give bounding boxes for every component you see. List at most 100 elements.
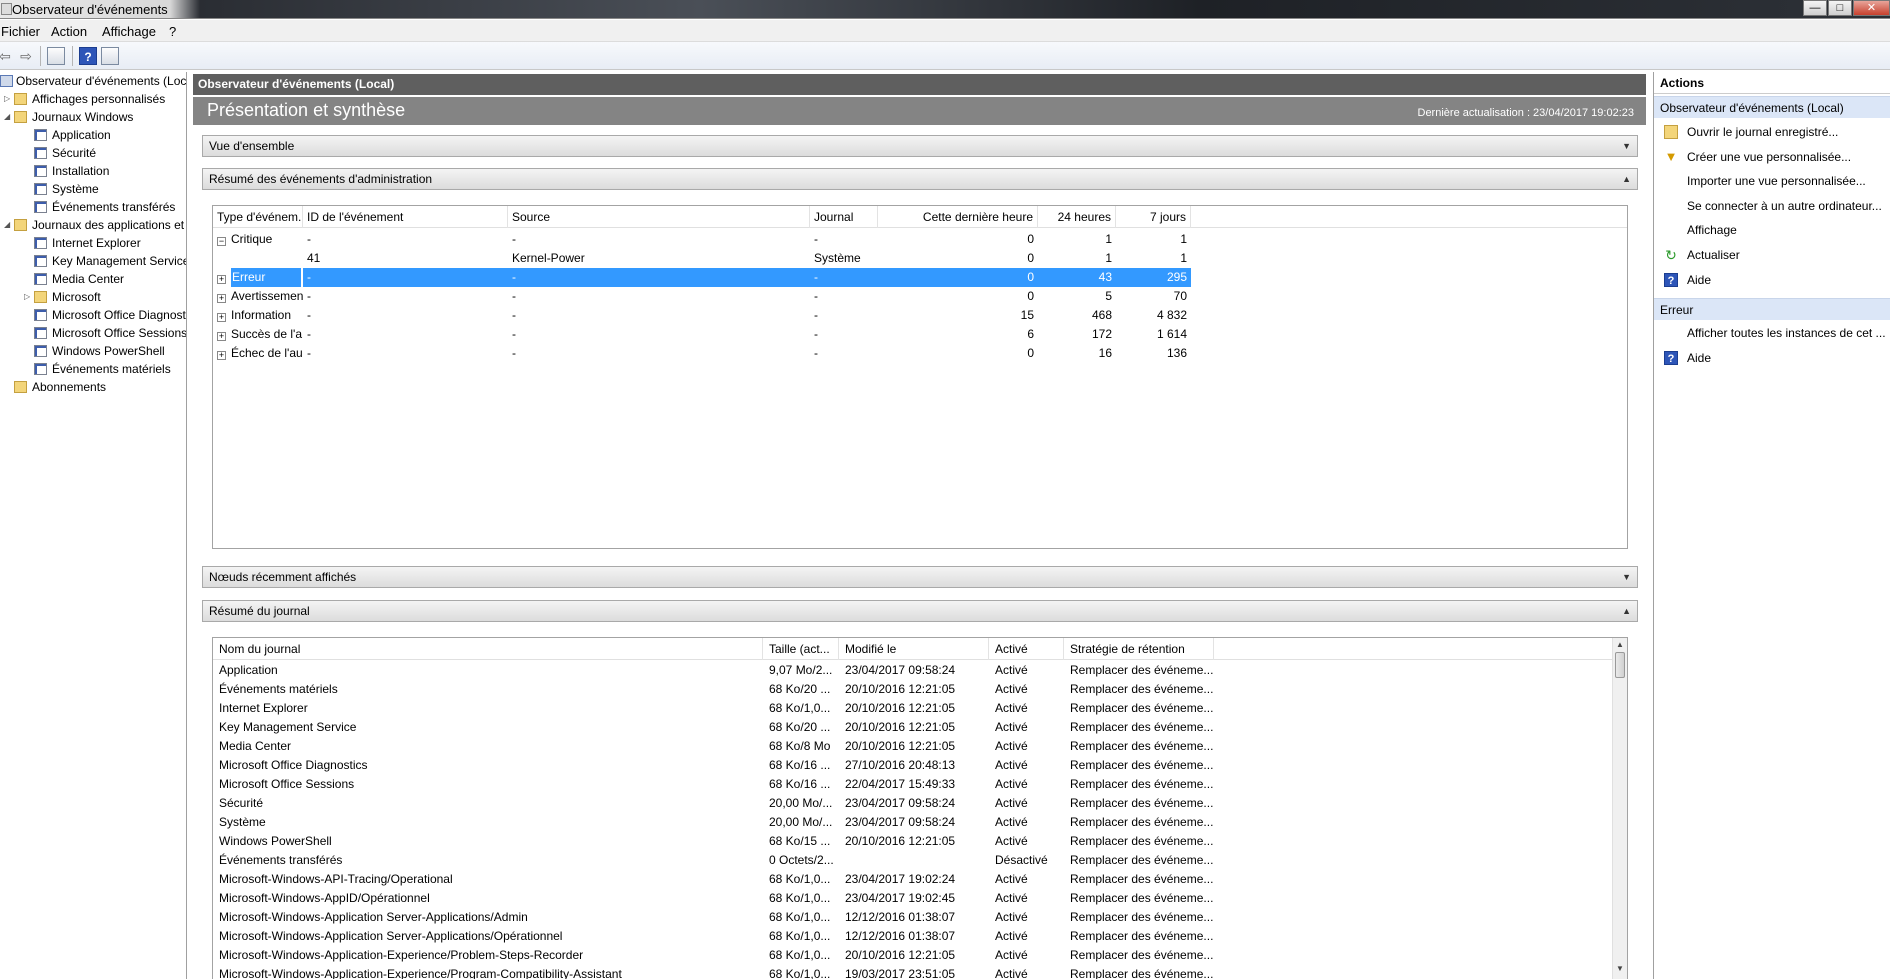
table-row[interactable]: Microsoft Office Sessions 68 Ko/16 ... 22/… bbox=[213, 775, 1613, 794]
tree-item[interactable]: Sécurité bbox=[24, 144, 186, 162]
table-row[interactable]: Microsoft-Windows-Application Server-App… bbox=[213, 927, 1613, 946]
column-header[interactable]: Taille (act... bbox=[763, 638, 839, 660]
table-row[interactable]: Windows PowerShell 68 Ko/15 ... 20/10/2016… bbox=[213, 832, 1613, 851]
table-row[interactable]: Microsoft-Windows-AppID/Opérationnel 68 K… bbox=[213, 889, 1613, 908]
tree-expander-icon[interactable]: ◢ bbox=[4, 220, 12, 230]
section-log-summary[interactable]: Résumé du journal ▲ bbox=[202, 600, 1638, 622]
forward-arrow-icon[interactable]: ⇨ bbox=[17, 47, 35, 65]
table-row[interactable]: Microsoft-Windows-Application-Experience… bbox=[213, 946, 1613, 965]
table-row[interactable]: Application 9,07 Mo/2... 23/04/2017 09:58:… bbox=[213, 661, 1613, 680]
table-row[interactable]: Événements matériels 68 Ko/20 ... 20/10/20… bbox=[213, 680, 1613, 699]
tree-item[interactable]: Observateur d'événements (Local) bbox=[0, 72, 186, 90]
action-item[interactable]: Affichage bbox=[1654, 218, 1890, 242]
scroll-down-icon[interactable]: ▼ bbox=[1616, 964, 1624, 973]
action-item[interactable]: Ouvrir le journal enregistré... bbox=[1654, 120, 1890, 144]
tree-item[interactable]: Système bbox=[24, 180, 186, 198]
log-table-scrollbar[interactable]: ▲ ▼ bbox=[1612, 638, 1627, 979]
table-row[interactable]: + Avertissement - - -0 5 70 bbox=[213, 287, 1627, 306]
tree-item[interactable]: Événements matériels bbox=[24, 360, 186, 378]
table-row[interactable]: Key Management Service 68 Ko/20 ... 20/10/… bbox=[213, 718, 1613, 737]
table-row[interactable]: + Information - - - 15 468 4 832 bbox=[213, 306, 1627, 325]
action-item[interactable]: Se connecter à un autre ordinateur... bbox=[1654, 194, 1890, 218]
column-header[interactable]: ID de l'événement bbox=[303, 206, 508, 228]
table-row[interactable]: +Succès de l'a...---61721 614 bbox=[213, 325, 1627, 344]
tree-item[interactable]: ▷ Microsoft bbox=[24, 288, 186, 306]
tree-item[interactable]: Installation bbox=[24, 162, 186, 180]
show-tree-icon[interactable] bbox=[47, 47, 65, 65]
minimize-button[interactable]: — bbox=[1803, 0, 1827, 16]
action-item[interactable]: ? Aide bbox=[1654, 346, 1890, 370]
column-header[interactable]: Cette dernière heure bbox=[878, 206, 1038, 228]
table-row[interactable]: Événements transférés 0 Octets/2... Désact… bbox=[213, 851, 1613, 870]
column-header[interactable]: Stratégie de rétention bbox=[1064, 638, 1214, 660]
column-header[interactable]: 24 heures bbox=[1038, 206, 1116, 228]
table-row[interactable]: 41 Kernel-Power Système 0 1 1 bbox=[213, 249, 1627, 268]
tree-item[interactable]: Événements transférés bbox=[24, 198, 186, 216]
tree-item[interactable]: Windows PowerShell bbox=[24, 342, 186, 360]
table-row[interactable]: Media Center 68 Ko/8 Mo 20/10/2016 12:21:0… bbox=[213, 737, 1613, 756]
tree-item[interactable]: ◢ Journaux des applications et bbox=[4, 216, 186, 234]
expand-icon[interactable]: + bbox=[217, 275, 226, 284]
table-row[interactable]: Microsoft-Windows-API-Tracing/Operationa… bbox=[213, 870, 1613, 889]
menu-fichier[interactable]: Fichier bbox=[1, 24, 40, 39]
table-row[interactable]: + Erreur - - -0 43 295 bbox=[213, 268, 1627, 287]
tree-item[interactable]: Media Center bbox=[24, 270, 186, 288]
table-row[interactable]: Microsoft-Windows-Application-Experience… bbox=[213, 965, 1613, 979]
cell-text: 15 bbox=[1020, 308, 1034, 322]
expand-icon[interactable]: + bbox=[217, 351, 226, 360]
close-button[interactable]: ✕ bbox=[1853, 0, 1890, 16]
collapse-icon[interactable]: − bbox=[217, 237, 226, 246]
action-item[interactable]: ? Aide bbox=[1654, 268, 1890, 292]
scrollbar-thumb[interactable] bbox=[1615, 652, 1625, 678]
back-arrow-icon[interactable]: ⇦ bbox=[0, 47, 14, 65]
table-cell: Remplacer des événeme... bbox=[1070, 720, 1214, 734]
column-header[interactable]: Modifié le bbox=[839, 638, 989, 660]
action-item[interactable]: Afficher toutes les instances de cet ... bbox=[1654, 321, 1890, 345]
tree-item[interactable]: Abonnements bbox=[4, 378, 186, 396]
menu-action[interactable]: Action bbox=[51, 24, 87, 39]
table-row[interactable]: Internet Explorer 68 Ko/1,0... 20/10/2016 … bbox=[213, 699, 1613, 718]
expand-icon[interactable]: + bbox=[217, 332, 226, 341]
column-header[interactable]: Type d'événem... bbox=[213, 206, 303, 228]
menu-help[interactable]: ? bbox=[169, 24, 176, 39]
action-item[interactable]: ↻ Actualiser bbox=[1654, 243, 1890, 267]
help-icon[interactable]: ? bbox=[79, 47, 97, 65]
refresh-icon: ↻ bbox=[1665, 247, 1677, 263]
action-item[interactable]: ▼ Créer une vue personnalisée... bbox=[1654, 145, 1890, 169]
actions-group-erreur-header[interactable]: Erreur bbox=[1654, 298, 1890, 320]
column-header[interactable]: Source bbox=[508, 206, 810, 228]
table-row[interactable]: − Critique - - -0 1 1 bbox=[213, 230, 1627, 249]
table-row[interactable]: Système 20,00 Mo/... 23/04/2017 09:58:24 Ac… bbox=[213, 813, 1613, 832]
tree-item[interactable]: Microsoft Office Diagnostics bbox=[24, 306, 186, 324]
expand-icon[interactable]: + bbox=[217, 294, 226, 303]
tree-item[interactable]: Application bbox=[24, 126, 186, 144]
tree-item-label: Key Management Service bbox=[52, 254, 187, 268]
section-recent-nodes[interactable]: Nœuds récemment affichés ▼ bbox=[202, 566, 1638, 588]
table-row[interactable]: Microsoft Office Diagnostics 68 Ko/16 ...… bbox=[213, 756, 1613, 775]
section-overview[interactable]: Vue d'ensemble ▼ bbox=[202, 135, 1638, 157]
column-header[interactable]: Journal bbox=[810, 206, 878, 228]
column-header[interactable]: 7 jours bbox=[1116, 206, 1191, 228]
table-row[interactable]: Microsoft-Windows-Application Server-App… bbox=[213, 908, 1613, 927]
table-row[interactable]: +Échec de l'au...---016136 bbox=[213, 344, 1627, 363]
tree-expander-icon[interactable]: ◢ bbox=[4, 112, 12, 122]
column-header[interactable]: Activé bbox=[989, 638, 1064, 660]
tree-expander-icon[interactable]: ▷ bbox=[24, 292, 32, 302]
expand-icon[interactable]: + bbox=[217, 313, 226, 322]
tree-item[interactable]: Internet Explorer bbox=[24, 234, 186, 252]
column-header[interactable]: Nom du journal bbox=[213, 638, 763, 660]
actions-group-local-header[interactable]: Observateur d'événements (Local) bbox=[1654, 96, 1890, 118]
section-admin-summary[interactable]: Résumé des événements d'administration ▲ bbox=[202, 168, 1638, 190]
tree-item[interactable]: ▷ Affichages personnalisés bbox=[4, 90, 186, 108]
scroll-up-icon[interactable]: ▲ bbox=[1616, 640, 1624, 649]
show-actions-icon[interactable] bbox=[101, 47, 119, 65]
tree-expander-icon[interactable]: ▷ bbox=[4, 94, 12, 104]
tree-item[interactable]: ◢ Journaux Windows bbox=[4, 108, 186, 126]
table-row[interactable]: Sécurité 20,00 Mo/... 23/04/2017 09:58:24 A… bbox=[213, 794, 1613, 813]
tree-item[interactable]: Microsoft Office Sessions bbox=[24, 324, 186, 342]
maximize-button[interactable]: □ bbox=[1828, 0, 1852, 16]
log-icon bbox=[34, 201, 47, 213]
action-item[interactable]: Importer une vue personnalisée... bbox=[1654, 169, 1890, 193]
menu-affichage[interactable]: Affichage bbox=[102, 24, 156, 39]
tree-item[interactable]: Key Management Service bbox=[24, 252, 187, 270]
